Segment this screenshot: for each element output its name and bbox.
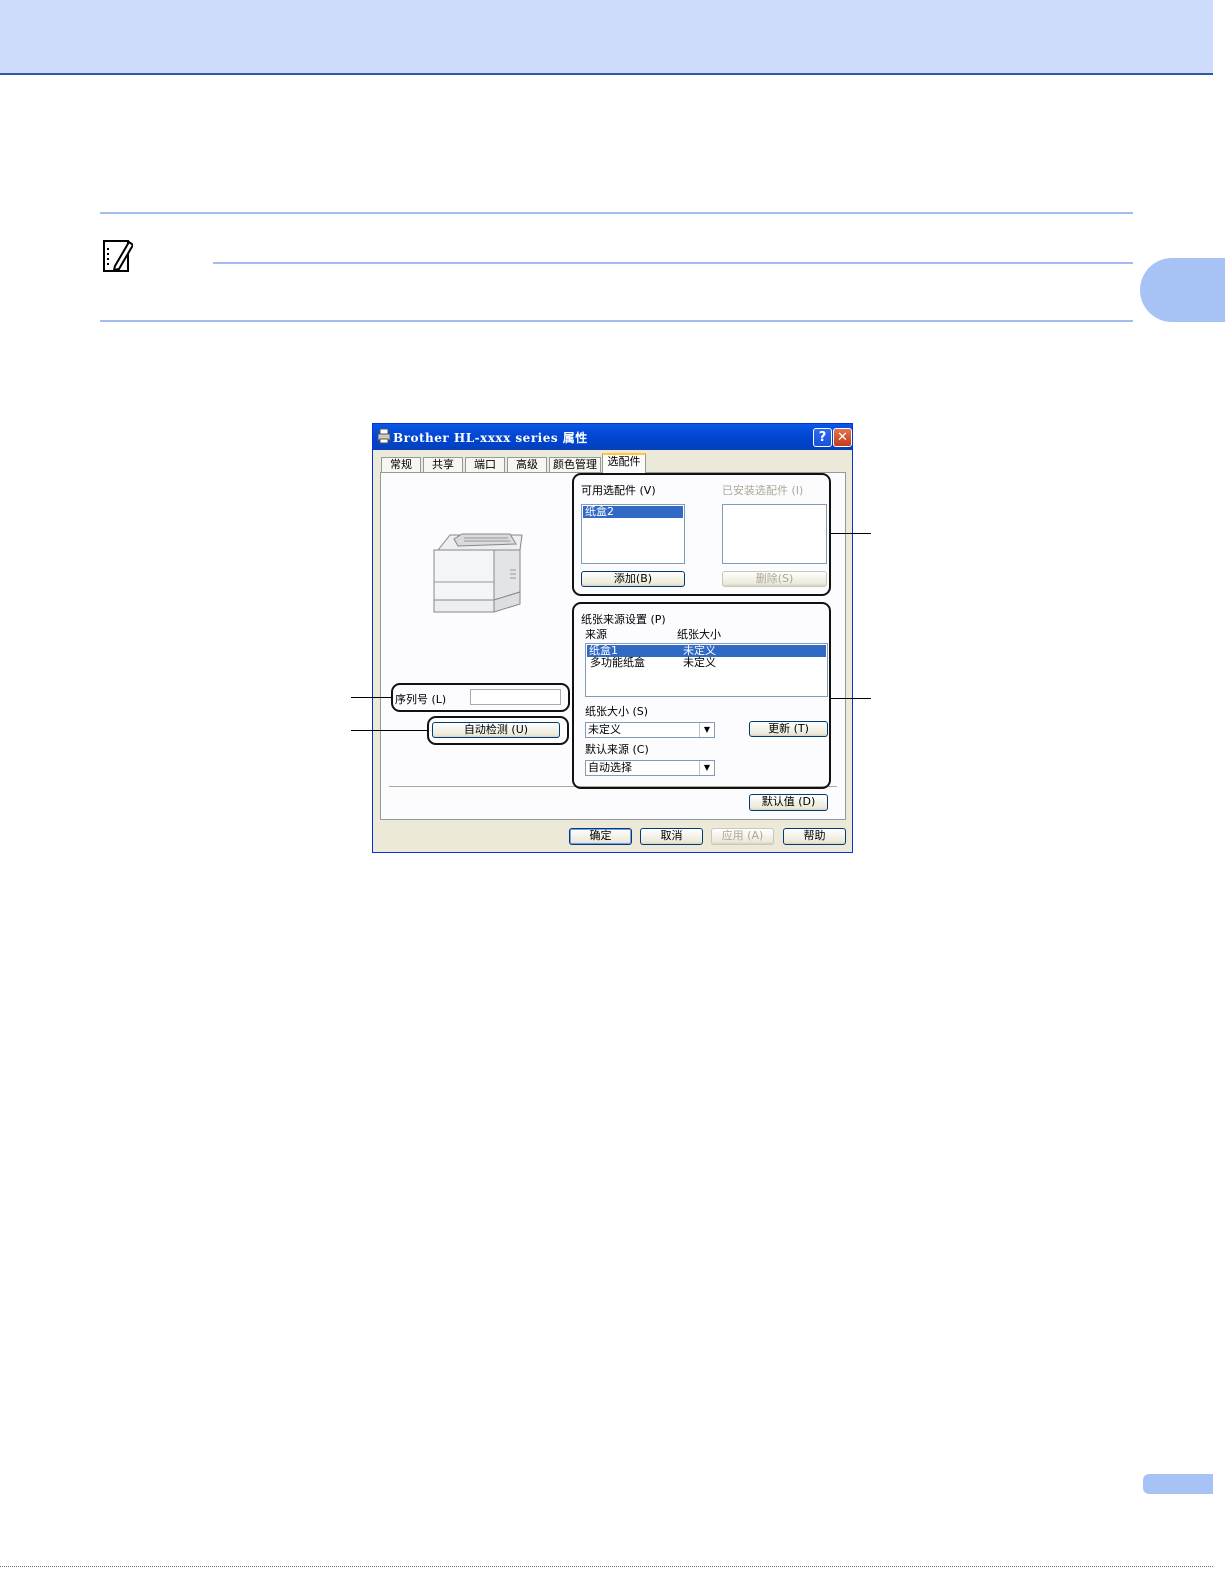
callout-leader-line: [831, 698, 871, 699]
tab-ports[interactable]: 端口: [465, 457, 505, 472]
help-button[interactable]: 帮助: [783, 828, 846, 845]
paper-source-callout-box: [572, 602, 831, 789]
defaults-button[interactable]: 默认值 (D): [749, 794, 828, 811]
note-pencil-icon: [103, 240, 133, 272]
callout-leader-line: [831, 533, 871, 534]
options-callout-box: [572, 473, 831, 596]
help-title-button[interactable]: ?: [813, 428, 832, 447]
auto-detect-callout-box: [427, 716, 569, 745]
footer-dotted-rule: [0, 1566, 1213, 1567]
note-inner-rule: [213, 262, 1133, 264]
page-header-band: [0, 0, 1213, 75]
page-number-tab: [1143, 1474, 1213, 1494]
apply-button[interactable]: 应用 (A): [711, 828, 774, 845]
cancel-button[interactable]: 取消: [640, 828, 703, 845]
serial-callout-box: [391, 683, 570, 712]
callout-leader-line: [351, 697, 391, 698]
tab-sharing[interactable]: 共享: [423, 457, 463, 472]
tab-advanced[interactable]: 高级: [507, 457, 547, 472]
ok-button[interactable]: 确定: [569, 828, 632, 845]
dialog-title: Brother HL-xxxx series 属性: [393, 431, 588, 445]
note-bottom-rule: [100, 320, 1133, 322]
printer-icon: [377, 428, 391, 444]
chapter-tab: [1140, 258, 1225, 322]
note-top-rule: [100, 212, 1133, 214]
printer-illustration: [433, 533, 523, 613]
close-button[interactable]: ✕: [833, 428, 852, 447]
callout-leader-line: [351, 730, 427, 731]
tab-options[interactable]: 选配件: [602, 453, 646, 473]
tab-general[interactable]: 常规: [381, 457, 421, 472]
tab-color-management[interactable]: 颜色管理: [549, 457, 601, 472]
